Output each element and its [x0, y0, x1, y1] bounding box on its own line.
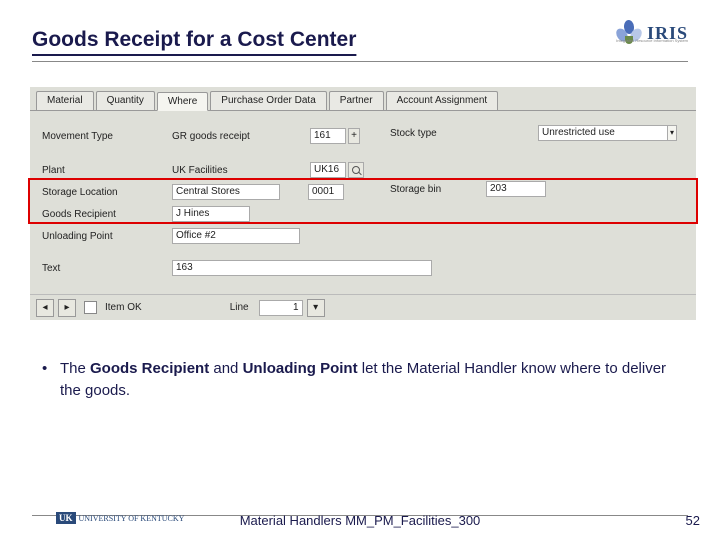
movement-type-plus[interactable]: +	[348, 128, 360, 144]
plant-value: UK Facilities	[172, 165, 310, 176]
storage-bin-label: Storage bin	[390, 184, 486, 195]
tab-po-data[interactable]: Purchase Order Data	[210, 91, 327, 110]
storage-location-label: Storage Location	[42, 187, 172, 198]
page-title: Goods Receipt for a Cost Center	[32, 28, 688, 56]
detail-tabs: Material Quantity Where Purchase Order D…	[30, 87, 696, 111]
tab-quantity[interactable]: Quantity	[96, 91, 155, 110]
title-rule	[32, 61, 688, 62]
prev-item-icon[interactable]: ◂	[36, 299, 54, 317]
movement-type-code[interactable]: 161	[310, 128, 346, 144]
unloading-point-label: Unloading Point	[42, 231, 172, 242]
goods-recipient-field[interactable]: J Hines	[172, 206, 250, 222]
line-field[interactable]: 1	[259, 300, 303, 316]
sap-where-panel: Material Quantity Where Purchase Order D…	[30, 86, 696, 320]
plant-search-icon[interactable]	[348, 162, 364, 178]
plant-label: Plant	[42, 165, 172, 176]
text-field[interactable]: 163	[172, 260, 432, 276]
tab-material[interactable]: Material	[36, 91, 94, 110]
movement-type-value: GR goods receipt	[172, 131, 310, 142]
iris-logo-subtitle: Integrated Resource Information System	[616, 38, 688, 43]
storage-location-code[interactable]: 0001	[308, 184, 344, 200]
tab-where[interactable]: Where	[157, 92, 208, 111]
storage-bin-field[interactable]: 203	[486, 181, 546, 197]
text-label: Text	[42, 263, 172, 274]
iris-logo-group: IRIS Integrated Resource Information Sys…	[615, 20, 688, 46]
next-item-icon[interactable]: ▸	[58, 299, 76, 317]
stock-type-field[interactable]: Unrestricted use	[538, 125, 668, 141]
item-ok-label: Item OK	[105, 302, 142, 313]
item-ok-checkbox[interactable]	[84, 301, 97, 314]
goods-recipient-label: Goods Recipient	[42, 209, 172, 220]
footer-center: Material Handlers MM_PM_Facilities_300	[0, 513, 720, 528]
unloading-point-field[interactable]: Office #2	[172, 228, 300, 244]
item-bottom-bar: ◂ ▸ Item OK Line 1 ▾	[30, 294, 696, 320]
stock-type-label: Stock type	[390, 128, 486, 139]
storage-location-field[interactable]: Central Stores	[172, 184, 280, 200]
movement-type-label: Movement Type	[42, 131, 172, 142]
page-number: 52	[686, 513, 700, 528]
tab-account-assignment[interactable]: Account Assignment	[386, 91, 499, 110]
line-label: Line	[230, 302, 249, 313]
stock-type-dropdown-icon[interactable]: ▾	[667, 125, 677, 141]
line-dropdown-icon[interactable]: ▾	[307, 299, 325, 317]
slide-bullet: The Goods Recipient and Unloading Point …	[60, 358, 672, 402]
tab-partner[interactable]: Partner	[329, 91, 384, 110]
plant-code[interactable]: UK16	[310, 162, 346, 178]
